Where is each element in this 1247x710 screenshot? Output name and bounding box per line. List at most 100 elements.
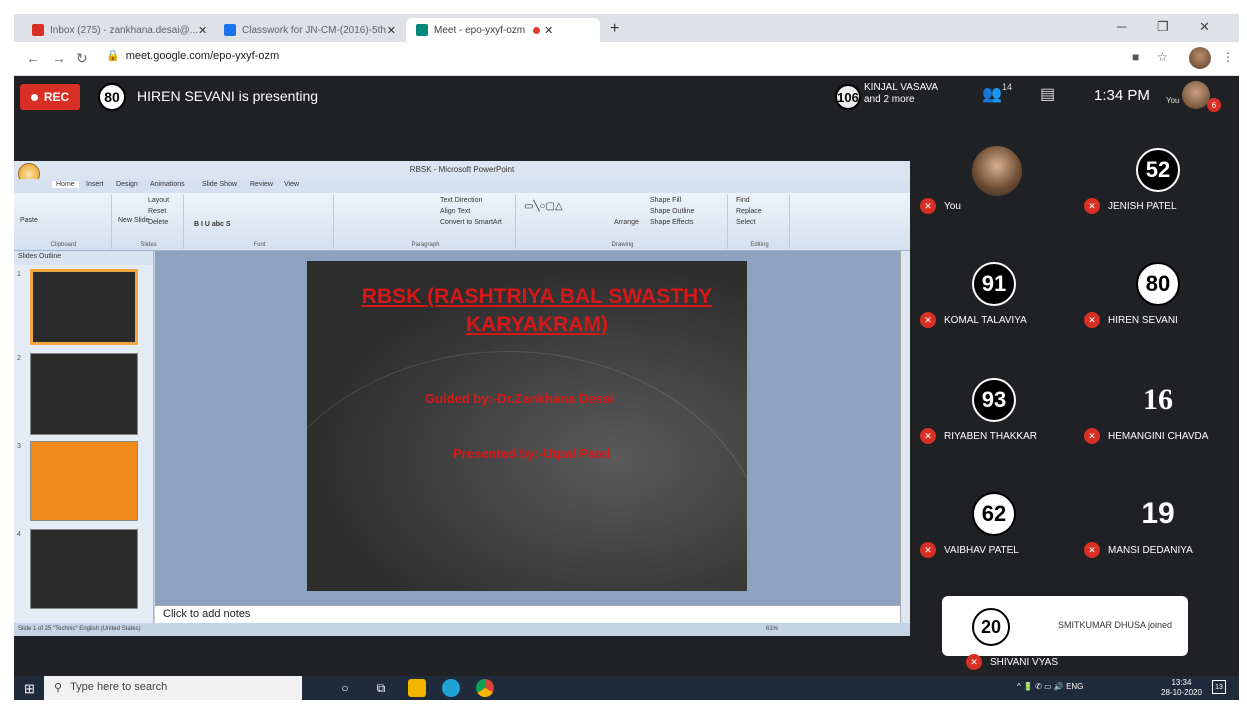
tab-review[interactable]: Review — [250, 181, 273, 188]
tab-animations[interactable]: Animations — [150, 181, 185, 188]
presenter-avatar: 80 — [98, 83, 126, 111]
speaker-name: KINJAL VASAVA and 2 more — [864, 82, 939, 105]
people-icon[interactable]: 👥 — [982, 84, 1002, 104]
joiner-avatar: 20 — [972, 608, 1010, 646]
mic-off-icon: ✕ — [920, 198, 936, 214]
close-icon[interactable]: ✕ — [387, 24, 396, 37]
menu-icon[interactable]: ⋮ — [1222, 50, 1234, 64]
participant-avatar: 16 — [1143, 383, 1173, 416]
align-text-button[interactable]: Align Text — [440, 208, 470, 215]
smartart-button[interactable]: Convert to SmartArt — [440, 219, 502, 226]
vertical-scrollbar[interactable] — [900, 251, 910, 623]
taskbar-clock[interactable]: 13:34 28-10-2020 — [1161, 678, 1202, 698]
shape-outline-button[interactable]: Shape Outline — [650, 208, 694, 215]
reset-button[interactable]: Reset — [148, 208, 166, 215]
tab-gmail[interactable]: Inbox (275) - zankhana.desai@... ✕ — [22, 18, 212, 42]
back-icon[interactable]: ← — [26, 50, 40, 66]
slide-thumbnail[interactable] — [30, 529, 138, 609]
tab-classroom[interactable]: Classwork for JN-CM-(2016)-5th ✕ — [214, 18, 404, 42]
maximize-icon[interactable]: ❐ — [1157, 19, 1169, 35]
shapes-gallery[interactable]: ▭╲○▢△ — [524, 201, 563, 212]
text-direction-button[interactable]: Text Direction — [440, 197, 482, 204]
tab-insert[interactable]: Insert — [86, 181, 104, 188]
edge-icon[interactable] — [442, 679, 460, 697]
slide-thumbnail[interactable] — [30, 269, 138, 345]
paste-button[interactable]: Paste — [20, 217, 38, 224]
replace-button[interactable]: Replace — [736, 208, 762, 215]
arrange-button[interactable]: Arrange — [614, 219, 639, 226]
slides-pane: Slides Outline 1 2 3 4 — [14, 251, 154, 623]
classroom-icon — [224, 24, 236, 36]
close-icon[interactable]: ✕ — [198, 24, 207, 37]
tab-slide-show[interactable]: Slide Show — [202, 181, 237, 188]
slide-thumbnail[interactable] — [30, 441, 138, 521]
shape-fill-button[interactable]: Shape Fill — [650, 197, 681, 204]
action-center-icon[interactable]: 13 — [1212, 680, 1226, 694]
slide-number: 1 — [17, 271, 21, 278]
cortana-icon[interactable]: ○ — [336, 679, 354, 697]
tab-view[interactable]: View — [284, 181, 299, 188]
ppt-ribbon-tabs: Home Insert Design Animations Slide Show… — [14, 179, 910, 193]
camera-icon[interactable]: ■ — [1132, 50, 1139, 64]
tab-home[interactable]: Home — [52, 181, 79, 188]
speaker-avatar: 106 — [835, 84, 861, 110]
new-tab-button[interactable]: + — [610, 20, 619, 38]
join-text: SMITKUMAR DHUSA joined — [1058, 620, 1173, 630]
tab-meet[interactable]: Meet - epo-yxyf-ozm ✕ — [406, 18, 600, 42]
rec-badge: REC — [20, 84, 80, 110]
gmail-icon — [32, 24, 44, 36]
slide-thumbnail[interactable] — [30, 353, 138, 435]
mic-off-icon: ✕ — [966, 654, 982, 670]
meeting-clock: 1:34 PM — [1094, 87, 1150, 104]
mic-off-icon: ✕ — [1084, 428, 1100, 444]
tab-design[interactable]: Design — [116, 181, 138, 188]
participant-tile: 93 ✕ RIYABEN THAKKAR — [920, 376, 1070, 456]
group-font: B I U abc S Font — [186, 195, 334, 249]
url-field[interactable]: 🔒 meet.google.com/epo-yxyf-ozm — [106, 49, 279, 62]
mic-off-icon: ✕ — [1084, 542, 1100, 558]
profile-avatar[interactable] — [1189, 47, 1211, 69]
font-format-buttons[interactable]: B I U abc S — [194, 221, 231, 228]
participant-tile: ✕ You — [920, 146, 1070, 226]
participant-avatar: 52 — [1136, 148, 1180, 192]
new-slide-button[interactable]: New Slide — [118, 217, 150, 224]
find-button[interactable]: Find — [736, 197, 750, 204]
mic-off-icon: ✕ — [920, 428, 936, 444]
window-close-icon[interactable]: ✕ — [1199, 19, 1210, 35]
layout-button[interactable]: Layout — [148, 197, 169, 204]
slides-outline-tabs[interactable]: Slides Outline — [14, 251, 153, 265]
reload-icon[interactable]: ↻ — [76, 50, 88, 67]
system-tray[interactable]: ^ 🔋 ✆ ▭ 🔊 ENG — [1017, 682, 1083, 691]
group-paragraph: Text Direction Align Text Convert to Sma… — [336, 195, 516, 249]
minimize-icon[interactable]: ─ — [1117, 19, 1126, 34]
windows-start-icon[interactable]: ⊞ — [24, 681, 35, 697]
chat-icon[interactable]: ▤ — [1040, 84, 1055, 104]
slide-editing-area: RBSK (RASHTRIYA BAL SWASTHY KARYAKRAM) G… — [155, 251, 900, 605]
forward-icon[interactable]: → — [52, 50, 66, 66]
ppt-title-bar: RBSK - Microsoft PowerPoint — [14, 161, 910, 179]
current-slide[interactable]: RBSK (RASHTRIYA BAL SWASTHY KARYAKRAM) G… — [307, 261, 747, 591]
participant-label: ✕ SHIVANI VYAS — [966, 654, 1058, 670]
shape-effects-button[interactable]: Shape Effects — [650, 219, 693, 226]
task-view-icon[interactable]: ⧉ — [372, 679, 390, 697]
group-clipboard: Paste Clipboard — [16, 195, 112, 249]
chrome-icon[interactable] — [476, 679, 494, 697]
ppt-ribbon: Paste Clipboard New Slide Layout Reset D… — [14, 193, 910, 251]
shared-screen-powerpoint: RBSK - Microsoft PowerPoint Home Insert … — [14, 161, 910, 636]
self-avatar[interactable] — [1182, 81, 1210, 109]
close-icon[interactable]: ✕ — [544, 24, 553, 37]
taskbar-search[interactable]: ⚲ Type here to search — [44, 676, 302, 700]
select-button[interactable]: Select — [736, 219, 755, 226]
people-count: 14 — [1002, 82, 1013, 92]
star-icon[interactable]: ☆ — [1157, 50, 1168, 64]
mic-off-icon: ✕ — [1084, 198, 1100, 214]
you-label: You — [1166, 96, 1180, 105]
file-explorer-icon[interactable] — [408, 679, 426, 697]
delete-button[interactable]: Delete — [148, 219, 168, 226]
search-icon: ⚲ — [54, 682, 63, 694]
notes-pane[interactable]: Click to add notes — [155, 605, 900, 623]
address-bar: ← → ↻ 🔒 meet.google.com/epo-yxyf-ozm ■ ☆ … — [14, 42, 1239, 76]
slide-number: 3 — [17, 443, 21, 450]
lock-icon: 🔒 — [106, 50, 120, 62]
guided-by-text: Guided by:-Dr.Zankhana Desai — [425, 391, 614, 406]
